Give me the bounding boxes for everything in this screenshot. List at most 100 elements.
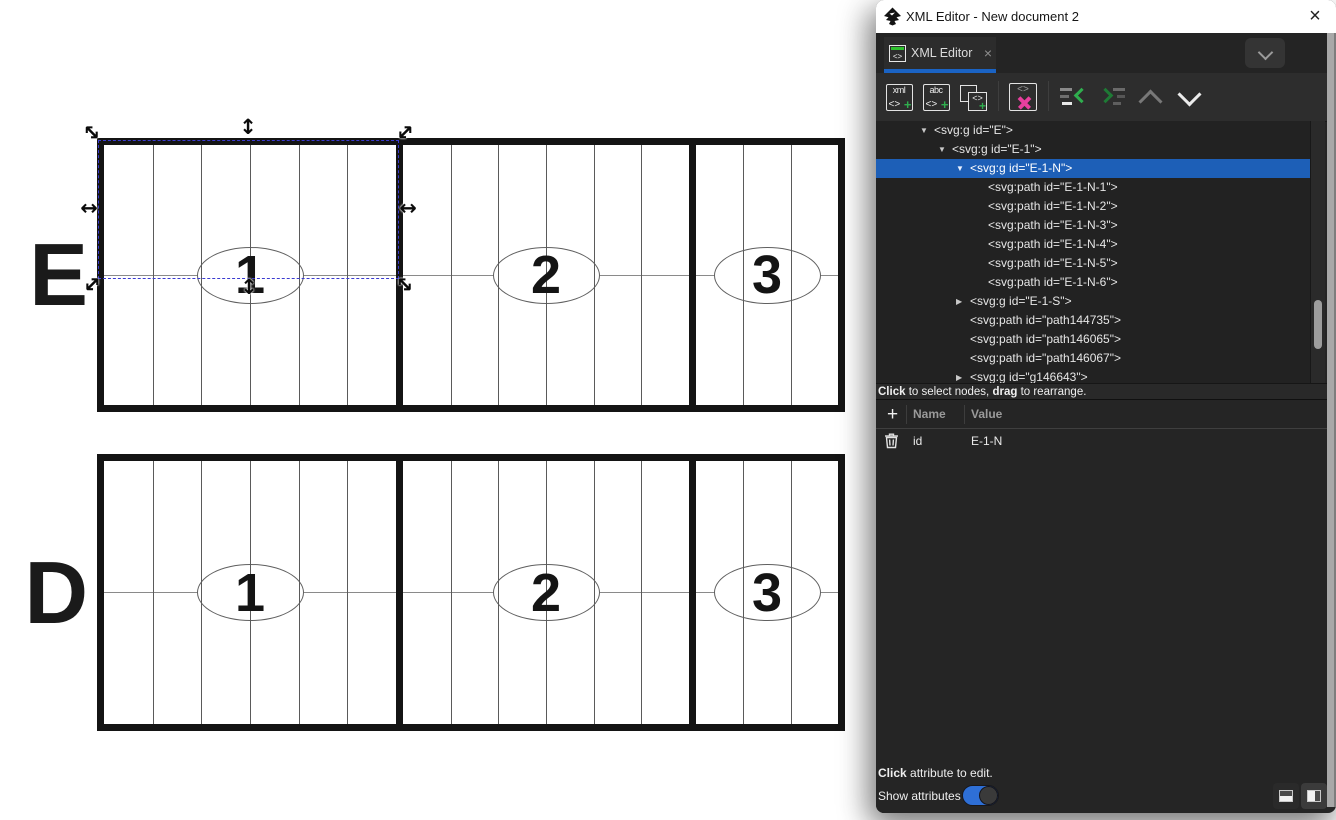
section-number[interactable]: 3 — [727, 243, 807, 307]
section-number[interactable]: 2 — [506, 561, 586, 625]
indent-node-button[interactable] — [1096, 80, 1130, 114]
new-text-node-icon: abc <> + — [923, 84, 950, 111]
tree-status-hint: Click to select nodes, drag to rearrange… — [876, 383, 1327, 399]
column-line — [201, 461, 202, 724]
attribute-row[interactable]: id E-1-N — [876, 429, 1327, 453]
tab-label: XML Editor — [911, 37, 972, 70]
xml-node-text: <svg:g id="E"> — [934, 123, 1013, 137]
dialog-titlebar[interactable]: XML Editor - New document 2 × — [876, 0, 1336, 33]
header-separator — [964, 405, 965, 424]
xml-node-text: <svg:g id="g146643"> — [970, 370, 1088, 383]
row-letter-d[interactable]: D — [22, 543, 88, 643]
toolbar-separator — [1048, 81, 1049, 111]
selection-handle-w[interactable]: ↔ — [78, 197, 100, 219]
xml-tree-node[interactable]: <svg:path id="E-1-N-5"> — [876, 254, 1310, 273]
attribute-value[interactable]: E-1-N — [971, 429, 1002, 453]
selection-handle-e[interactable]: ↔ — [397, 197, 419, 219]
section-divider — [689, 461, 696, 724]
tab-xml-editor[interactable]: <> XML Editor × — [884, 37, 996, 70]
tab-strip: <> XML Editor × — [876, 33, 1327, 74]
expander-closed-icon[interactable]: ▶ — [956, 292, 970, 311]
column-line — [594, 145, 595, 405]
xml-tree-node[interactable]: <svg:path id="path144735"> — [876, 311, 1310, 330]
close-icon[interactable]: × — [1302, 3, 1328, 29]
new-text-node-button[interactable]: abc <> + — [919, 80, 953, 114]
delete-node-icon: <> — [1009, 83, 1037, 111]
xml-tree-node[interactable]: <svg:path id="E-1-N-1"> — [876, 178, 1310, 197]
figure-row-d[interactable]: 123D — [97, 454, 845, 731]
duplicate-node-button[interactable]: <> + — [955, 80, 989, 114]
selection-handle-s[interactable]: ↕ — [238, 276, 260, 298]
new-element-node-button[interactable]: xml <> + — [882, 80, 916, 114]
expander-open-icon[interactable]: ▼ — [920, 121, 934, 140]
xml-tree-node[interactable]: ▶<svg:g id="g146643"> — [876, 368, 1310, 383]
move-node-up-button[interactable] — [1133, 80, 1167, 114]
xml-node-text: <svg:path id="E-1-N-5"> — [988, 256, 1118, 270]
xml-node-text: <svg:path id="E-1-N-4"> — [988, 237, 1118, 251]
duplicate-node-icon: <> + — [956, 81, 988, 113]
xml-tree-node[interactable]: ▼<svg:g id="E"> — [876, 121, 1310, 140]
xml-node-text: <svg:path id="path144735"> — [970, 313, 1121, 327]
attributes-header: + Name Value — [876, 399, 1327, 429]
panel-menu-button[interactable] — [1245, 38, 1285, 68]
column-line — [347, 461, 348, 724]
chevron-down-icon — [1177, 82, 1201, 106]
xml-tree-node[interactable]: ▼<svg:g id="E-1-N"> — [876, 159, 1310, 178]
horizontal-layout-button[interactable] — [1273, 783, 1299, 809]
xml-tree-node[interactable]: <svg:path id="E-1-N-4"> — [876, 235, 1310, 254]
xml-tree-node[interactable]: <svg:path id="path146067"> — [876, 349, 1310, 368]
xml-toolbar: xml <> + abc <> + <> + — [876, 73, 1327, 122]
xml-node-text: <svg:g id="E-1"> — [952, 142, 1042, 156]
column-line — [451, 145, 452, 405]
selection-handle-n[interactable]: ↕ — [237, 116, 259, 138]
tree-scrollbar[interactable] — [1310, 121, 1325, 383]
delete-attribute-icon[interactable] — [884, 433, 899, 452]
xml-tree-node[interactable]: <svg:path id="E-1-N-3"> — [876, 216, 1310, 235]
tree-scrollbar-thumb[interactable] — [1314, 300, 1322, 349]
column-line — [498, 145, 499, 405]
xml-node-text: <svg:path id="path146067"> — [970, 351, 1121, 365]
show-attributes-label: Show attributes — [878, 785, 961, 807]
indent-node-icon — [1098, 86, 1128, 108]
column-line — [498, 461, 499, 724]
vertical-layout-button[interactable] — [1301, 783, 1327, 809]
expander-open-icon[interactable]: ▼ — [938, 140, 952, 159]
selection-bounding-box — [98, 140, 399, 279]
move-node-down-button[interactable] — [1172, 80, 1206, 114]
attribute-name[interactable]: id — [913, 429, 922, 453]
unindent-node-icon — [1060, 86, 1090, 108]
delete-node-button[interactable]: <> — [1006, 80, 1040, 114]
xml-tree-node[interactable]: <svg:path id="E-1-N-6"> — [876, 273, 1310, 292]
xml-tree-node[interactable]: <svg:path id="path146065"> — [876, 330, 1310, 349]
row-letter-e[interactable]: E — [22, 225, 88, 325]
attribute-edit-hint: Click attribute to edit. — [878, 766, 993, 780]
expander-closed-icon[interactable]: ▶ — [956, 368, 970, 383]
column-line — [594, 461, 595, 724]
xml-tree-node[interactable]: <svg:path id="E-1-N-2"> — [876, 197, 1310, 216]
show-attributes-toggle[interactable] — [962, 785, 999, 806]
section-number[interactable]: 3 — [727, 561, 807, 625]
toolbar-separator — [998, 81, 999, 111]
xml-node-text: <svg:path id="E-1-N-1"> — [988, 180, 1118, 194]
expander-open-icon[interactable]: ▼ — [956, 159, 970, 178]
xml-node-text: <svg:path id="E-1-N-6"> — [988, 275, 1118, 289]
header-separator — [906, 405, 907, 424]
columns-layout-icon — [1307, 790, 1321, 802]
tab-close-icon[interactable]: × — [984, 37, 992, 70]
dialog-content: <> XML Editor × xml <> + abc <> — [876, 33, 1327, 813]
section-number[interactable]: 2 — [506, 243, 586, 307]
xml-node-text: <svg:g id="E-1-N"> — [970, 161, 1072, 175]
section-divider — [689, 145, 696, 405]
window-edge-strip — [1326, 33, 1336, 807]
attr-value-header: Value — [971, 400, 1002, 429]
unindent-node-button[interactable] — [1058, 80, 1092, 114]
column-line — [641, 145, 642, 405]
xml-tree-node[interactable]: ▼<svg:g id="E-1"> — [876, 140, 1310, 159]
section-number[interactable]: 1 — [210, 561, 290, 625]
chevron-up-icon — [1138, 89, 1162, 113]
xml-node-text: <svg:path id="E-1-N-3"> — [988, 218, 1118, 232]
xml-tree-node[interactable]: ▶<svg:g id="E-1-S"> — [876, 292, 1310, 311]
attr-name-header: Name — [913, 400, 946, 429]
add-attribute-button[interactable]: + — [880, 402, 905, 427]
new-element-node-icon: xml <> + — [886, 84, 913, 111]
